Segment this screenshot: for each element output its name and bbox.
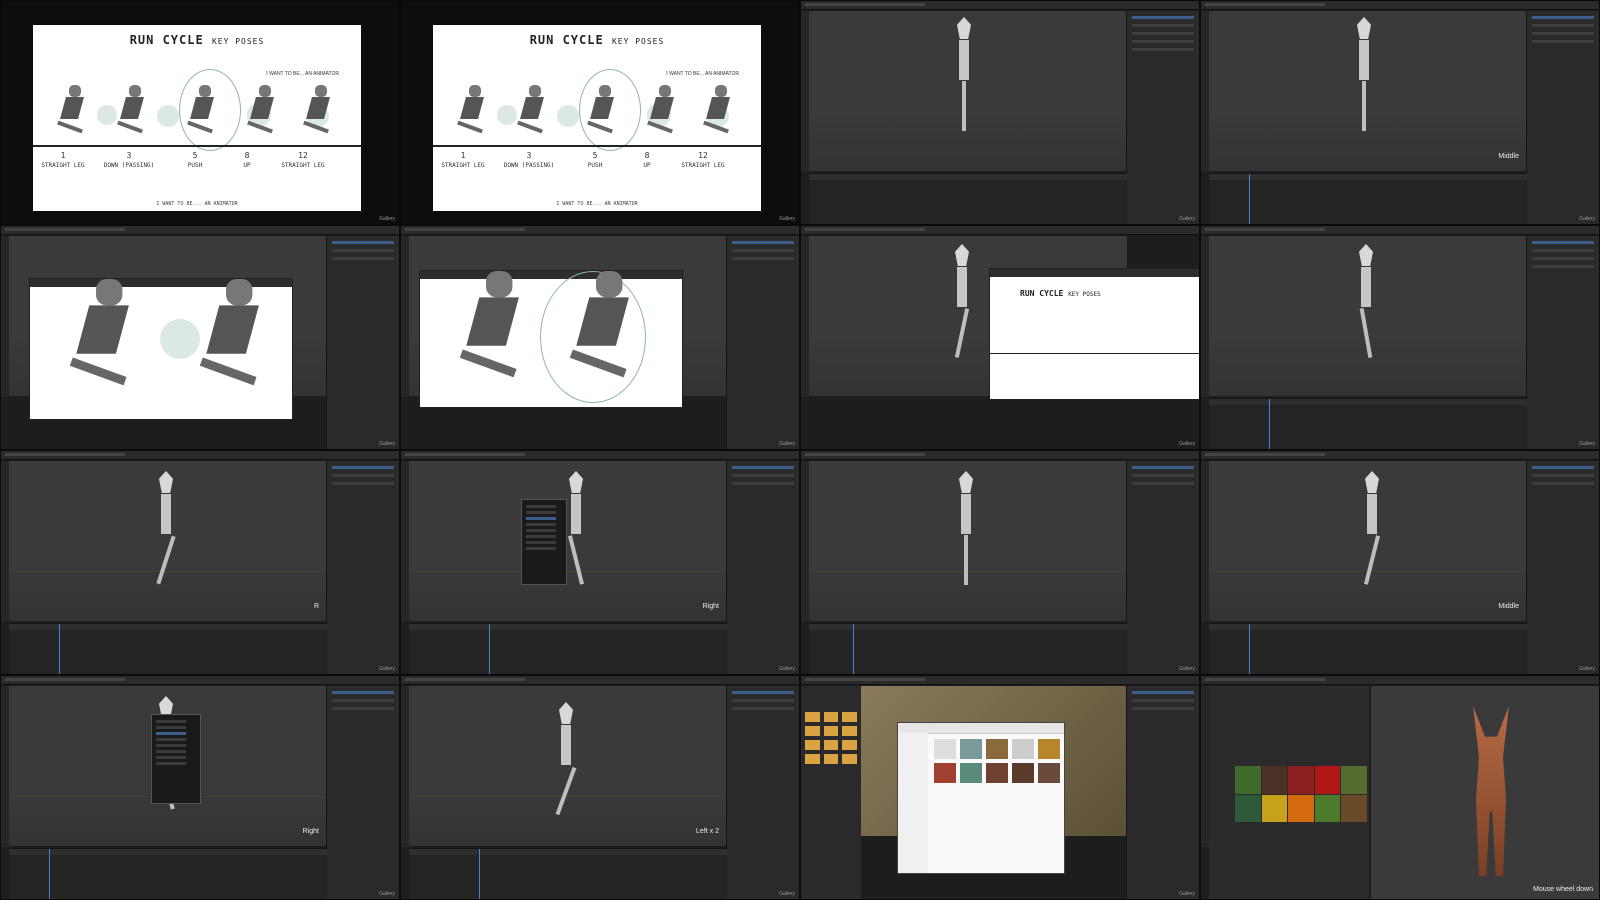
properties-panel[interactable] xyxy=(326,686,399,899)
properties-panel[interactable] xyxy=(1126,11,1199,224)
key-pose-labels: 1 STRAIGHT LEG 3 DOWN (PASSING) 5 PUSH 8 UP … xyxy=(441,151,725,169)
key-overlay-text: Left x 2 xyxy=(696,828,719,835)
properties-panel[interactable] xyxy=(1526,11,1599,224)
properties-panel[interactable] xyxy=(726,461,799,674)
frame-blender-14[interactable]: Left x 2 Gallery xyxy=(400,675,800,900)
properties-panel[interactable] xyxy=(1526,236,1599,449)
slide-footer: I WANT TO BE... AN ANIMATOR xyxy=(156,201,238,207)
gallery-label: Gallery xyxy=(1179,891,1195,897)
context-menu[interactable] xyxy=(151,714,201,804)
gallery-label: Gallery xyxy=(1579,666,1595,672)
timeline[interactable] xyxy=(9,623,327,674)
frame-blender-7[interactable]: RUN CYCLE KEY POSES Gallery xyxy=(800,225,1200,450)
timeline[interactable] xyxy=(809,173,1127,224)
properties-panel[interactable] xyxy=(1126,461,1199,674)
key-overlay-text: R xyxy=(313,603,319,610)
frame-blender-15[interactable]: Gallery xyxy=(800,675,1200,900)
gallery-label: Gallery xyxy=(1179,441,1195,447)
frame-slide-2[interactable]: RUN CYCLE KEY POSES I WANT TO BE... AN A… xyxy=(400,0,800,225)
key-overlay-text: Right xyxy=(302,828,319,835)
runner-poses xyxy=(47,69,347,151)
gallery-label: Gallery xyxy=(379,666,395,672)
texture-tile xyxy=(1235,766,1261,794)
gallery-label: Gallery xyxy=(379,441,395,447)
frame-blender-9[interactable]: R Gallery xyxy=(0,450,400,675)
gallery-label: Gallery xyxy=(779,441,795,447)
gallery-label: Gallery xyxy=(779,666,795,672)
gallery-label: Gallery xyxy=(379,216,395,222)
properties-panel[interactable] xyxy=(326,236,399,449)
slide-title: RUN CYCLE KEY POSES xyxy=(129,33,265,47)
video-thumbnail-grid: RUN CYCLE KEY POSES I WANT TO BE... AN A… xyxy=(0,0,1600,900)
properties-panel[interactable] xyxy=(1126,686,1199,899)
properties-panel[interactable] xyxy=(1526,461,1599,674)
slide-footer: I WANT TO BE... AN ANIMATOR xyxy=(556,201,638,207)
texture-atlas xyxy=(1235,766,1367,822)
file-explorer-window[interactable] xyxy=(897,722,1065,874)
timeline[interactable] xyxy=(1209,173,1527,224)
browser-window[interactable] xyxy=(29,278,293,420)
frame-blender-10[interactable]: Right Gallery xyxy=(400,450,800,675)
key-overlay-text: Middle xyxy=(1498,603,1519,610)
timeline[interactable] xyxy=(409,623,727,674)
gallery-label: Gallery xyxy=(779,216,795,222)
context-menu[interactable] xyxy=(521,499,567,585)
key-overlay-text: Mouse wheel down xyxy=(1533,886,1593,893)
frame-slide-1[interactable]: RUN CYCLE KEY POSES I WANT TO BE... AN A… xyxy=(0,0,400,225)
slide-title: RUN CYCLE KEY POSES xyxy=(529,33,665,47)
timeline[interactable] xyxy=(1209,623,1527,674)
gallery-label: Gallery xyxy=(379,891,395,897)
key-overlay-text: Right xyxy=(702,603,719,610)
key-pose-labels: 1 STRAIGHT LEG 3 DOWN (PASSING) 5 PUSH 8 UP … xyxy=(41,151,325,169)
timeline[interactable] xyxy=(809,623,1127,674)
runner-poses xyxy=(447,69,747,151)
properties-panel[interactable] xyxy=(326,461,399,674)
gallery-label: Gallery xyxy=(779,891,795,897)
run-cycle-slide: RUN CYCLE KEY POSES I WANT TO BE... AN A… xyxy=(433,25,761,211)
run-cycle-slide: RUN CYCLE KEY POSES I WANT TO BE... AN A… xyxy=(33,25,361,211)
browser-window[interactable]: RUN CYCLE KEY POSES xyxy=(989,268,1199,400)
properties-panel[interactable] xyxy=(726,236,799,449)
timeline[interactable] xyxy=(9,848,327,899)
frame-blender-11[interactable]: Gallery xyxy=(800,450,1200,675)
frame-blender-5[interactable]: Gallery xyxy=(0,225,400,450)
timeline[interactable] xyxy=(1209,398,1527,449)
frame-blender-16[interactable]: Mouse wheel down xyxy=(1200,675,1600,900)
frame-blender-6[interactable]: Gallery xyxy=(400,225,800,450)
key-overlay-text: Middle xyxy=(1498,153,1519,160)
gallery-label: Gallery xyxy=(1579,216,1595,222)
frame-blender-8[interactable]: Gallery xyxy=(1200,225,1600,450)
frame-blender-3[interactable]: Gallery xyxy=(800,0,1200,225)
properties-panel[interactable] xyxy=(726,686,799,899)
timeline[interactable] xyxy=(409,848,727,899)
gallery-label: Gallery xyxy=(1179,216,1195,222)
mini-slide-title: RUN CYCLE KEY POSES xyxy=(1020,289,1101,298)
frame-blender-13[interactable]: Right Gallery xyxy=(0,675,400,900)
file-browser-panel[interactable] xyxy=(801,686,861,899)
frame-blender-12[interactable]: Middle Gallery xyxy=(1200,450,1600,675)
frame-blender-4[interactable]: Middle Gallery xyxy=(1200,0,1600,225)
browser-window[interactable] xyxy=(419,270,683,408)
gallery-label: Gallery xyxy=(1579,441,1595,447)
gallery-label: Gallery xyxy=(1179,666,1195,672)
